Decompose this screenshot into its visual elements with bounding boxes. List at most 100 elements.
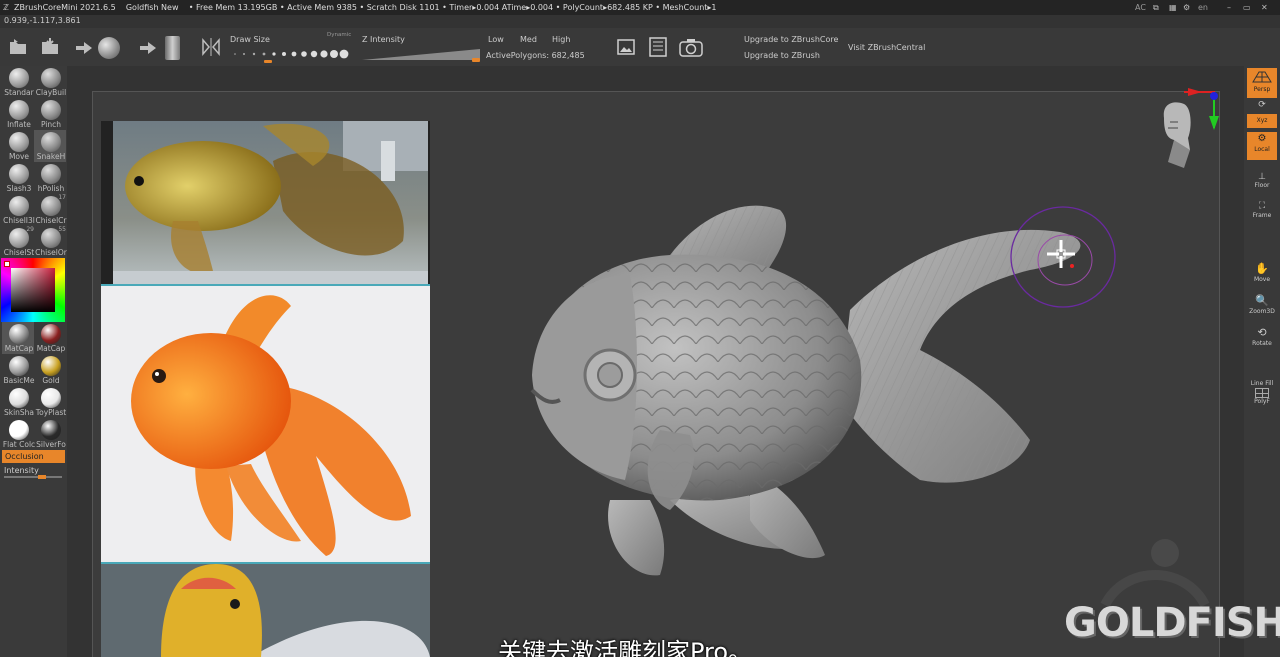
zbrush-window: ℤ ZBrushCoreMini 2021.6.5 Goldfish New •… — [0, 0, 1280, 657]
rotate-button[interactable]: ⟲ Rotate — [1247, 326, 1277, 347]
polyf-icon — [1255, 388, 1269, 398]
grid-icon[interactable]: ▦ — [1169, 0, 1177, 15]
visit-zbrushcentral-link[interactable]: Visit ZBrushCentral — [848, 43, 925, 52]
linefill-button[interactable]: Line Fill PolyF — [1247, 380, 1277, 405]
brush-label: ChiselSt — [3, 248, 35, 257]
floor-icon: ⊥ — [1258, 172, 1266, 182]
dynamic-label[interactable]: Dynamic — [327, 32, 351, 38]
brush-icon — [9, 196, 29, 216]
material-6[interactable]: Flat Colc — [2, 418, 36, 450]
brush-icon — [41, 164, 61, 184]
z-intensity-slider[interactable] — [362, 46, 482, 62]
brush-5[interactable]: SnakeH — [34, 130, 66, 162]
persp-label: Persp — [1253, 86, 1271, 93]
material-3[interactable]: Gold — [34, 354, 66, 386]
navigation-head-gizmo[interactable] — [1150, 88, 1222, 178]
local-icon: ⚙ — [1257, 133, 1267, 144]
local-button[interactable]: ⚙ Local — [1247, 132, 1277, 160]
intensity-slider-handle[interactable] — [38, 475, 46, 479]
titlebar-right: AC ⧉ ▦ ⚙ en – ▭ ✕ — [1135, 0, 1280, 15]
top-toolbar: Draw Size Dynamic Z Intensity Low Med Hi… — [0, 28, 1280, 66]
persp-button[interactable]: Persp — [1247, 68, 1277, 98]
restore-icon[interactable]: ▭ — [1243, 0, 1251, 15]
magnifier-icon: 🔍 — [1255, 294, 1269, 307]
material-swatch-icon — [9, 388, 29, 408]
material-label: BasicMe — [3, 376, 35, 385]
brush-label: hPolish — [37, 184, 65, 193]
draw-size-label: Draw Size — [230, 35, 270, 44]
symmetry-icon[interactable] — [201, 37, 221, 57]
brush-9[interactable]: 17 ChiselCr — [34, 194, 67, 226]
material-7[interactable]: SilverFo — [34, 418, 66, 450]
upgrade-zbrush-link[interactable]: Upgrade to ZBrush — [744, 51, 820, 60]
minimize-icon[interactable]: – — [1227, 0, 1231, 15]
refresh-icon[interactable]: ⟳ — [1247, 100, 1277, 110]
camera-icon[interactable] — [679, 37, 703, 57]
persp-icon — [1252, 71, 1272, 83]
brush-11[interactable]: 55 ChiselOr — [34, 226, 67, 258]
intensity-slider[interactable] — [4, 475, 62, 479]
save-folder-icon[interactable] — [40, 37, 60, 57]
language-icon[interactable]: ⚙ — [1183, 0, 1190, 15]
zoom3d-button[interactable]: 🔍 Zoom3D — [1247, 294, 1277, 315]
load-tool-arrow-icon[interactable] — [76, 42, 92, 54]
brush-2[interactable]: Inflate — [2, 98, 34, 130]
ac-label[interactable]: AC — [1135, 0, 1146, 15]
brush-label: SnakeH — [36, 152, 66, 161]
brush-icon — [9, 164, 29, 184]
brush-count: 29 — [26, 226, 34, 233]
export-arrow-icon[interactable] — [140, 42, 156, 54]
material-label: Flat Colc — [2, 440, 36, 449]
move-button[interactable]: ✋ Move — [1247, 262, 1277, 283]
occlusion-button[interactable]: Occlusion — [2, 450, 65, 463]
brush-8[interactable]: ChiselI3l — [2, 194, 35, 226]
brush-0[interactable]: Standar — [2, 66, 34, 98]
xyz-button[interactable]: Xyz — [1247, 114, 1277, 128]
hand-move-icon: ✋ — [1255, 262, 1269, 275]
quality-med[interactable]: Med — [520, 35, 537, 44]
document-icon[interactable] — [649, 37, 667, 57]
color-picker[interactable] — [1, 258, 65, 322]
brush-3[interactable]: Pinch — [34, 98, 66, 130]
brush-cursor — [1010, 206, 1116, 308]
brush-icon — [9, 132, 29, 152]
title-bar: ℤ ZBrushCoreMini 2021.6.5 Goldfish New •… — [0, 0, 1280, 15]
brush-6[interactable]: Slash3 — [2, 162, 34, 194]
material-label: SkinSha — [3, 408, 35, 417]
material-2[interactable]: BasicMe — [2, 354, 34, 386]
cylinder-tool-icon[interactable] — [165, 36, 180, 60]
line-fill-label: Line Fill — [1250, 380, 1274, 387]
material-0[interactable]: MatCap — [2, 322, 34, 354]
brush-10[interactable]: 29 ChiselSt — [2, 226, 34, 258]
reference-photo-goldfish-closeup — [101, 564, 430, 657]
language-label[interactable]: en — [1198, 0, 1208, 15]
document-name: Goldfish New — [125, 3, 179, 12]
material-swatch-icon — [9, 420, 29, 440]
color-swatch-white[interactable] — [4, 261, 10, 267]
open-folder-icon[interactable] — [8, 37, 28, 57]
material-4[interactable]: SkinSha — [2, 386, 34, 418]
image-icon[interactable] — [617, 38, 635, 56]
draw-size-slider[interactable] — [232, 45, 352, 63]
brush-label: ChiselI3l — [3, 216, 35, 225]
upgrade-zbrushcore-link[interactable]: Upgrade to ZBrushCore — [744, 35, 838, 44]
brush-4[interactable]: Move — [2, 130, 34, 162]
sphere-tool-icon[interactable] — [98, 37, 120, 59]
brush-1[interactable]: ClayBuil — [34, 66, 66, 98]
material-swatch-icon — [9, 324, 29, 344]
z-intensity-label: Z Intensity — [362, 35, 405, 44]
frame-button[interactable]: ⛶ Frame — [1247, 200, 1277, 219]
material-label: MatCap — [4, 344, 34, 353]
brush-7[interactable]: hPolish — [34, 162, 66, 194]
rotate-label: Rotate — [1252, 340, 1272, 347]
material-5[interactable]: ToyPlast — [34, 386, 66, 418]
close-icon[interactable]: ✕ — [1261, 0, 1268, 15]
goldfish-brand-text: GOLDFISH — [1064, 600, 1280, 646]
quality-high[interactable]: High — [552, 35, 570, 44]
material-1[interactable]: MatCap — [34, 322, 66, 354]
window-layout-icon[interactable]: ⧉ — [1153, 0, 1159, 15]
quality-low[interactable]: Low — [488, 35, 504, 44]
material-swatch-icon — [41, 388, 61, 408]
color-square[interactable] — [11, 268, 55, 312]
floor-button[interactable]: ⊥ Floor — [1247, 172, 1277, 189]
